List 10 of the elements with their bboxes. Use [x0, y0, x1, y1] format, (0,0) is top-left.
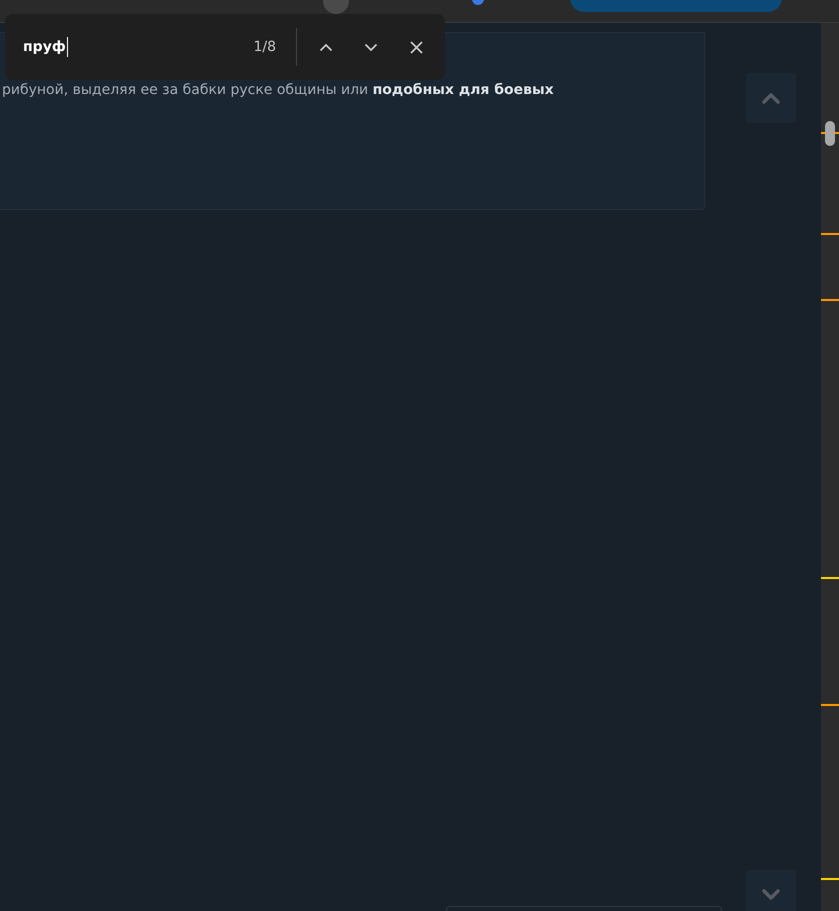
- chevron-down-icon: [364, 42, 378, 52]
- close-icon: [410, 40, 422, 54]
- scrollbar-thumb[interactable]: [825, 121, 835, 146]
- chevron-up-icon: [761, 92, 781, 104]
- match-count: 1/8: [253, 39, 276, 55]
- chevron-down-icon: [761, 889, 781, 901]
- post-text: рибуной, выделяя ее за бабки руске общины или подобных для боевых: [2, 82, 554, 98]
- scrollbar[interactable]: [821, 23, 839, 911]
- chevron-up-icon: [319, 42, 333, 52]
- find-input[interactable]: пруф: [23, 37, 254, 57]
